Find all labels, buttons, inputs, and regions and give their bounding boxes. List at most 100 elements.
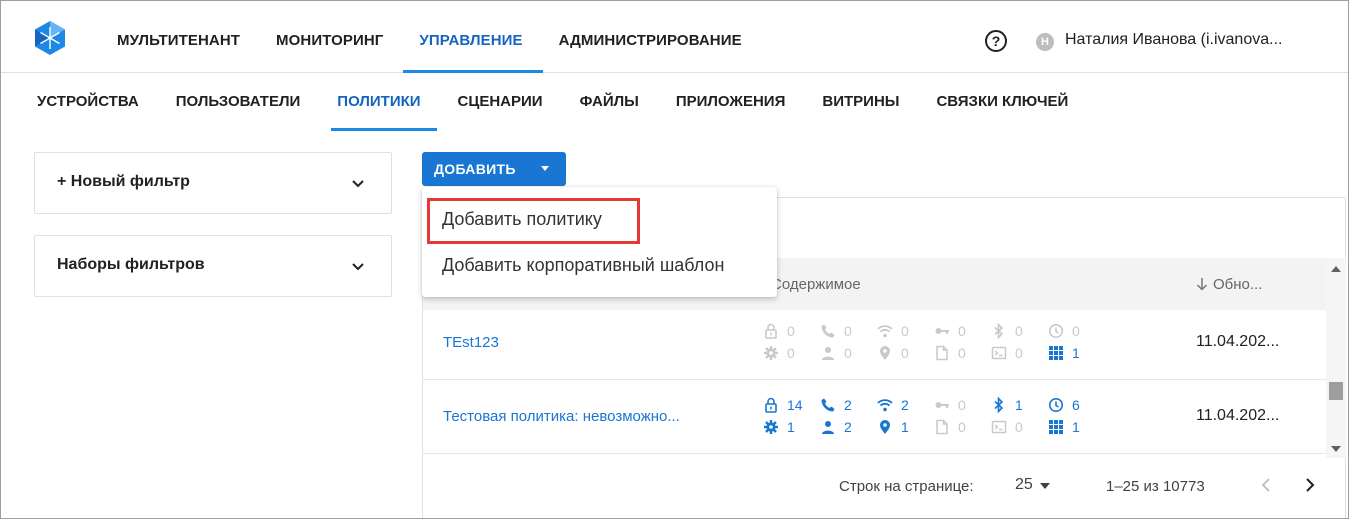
filter-sets-label: Наборы фильтров — [57, 256, 205, 273]
tab-showcases[interactable]: ВИТРИНЫ — [822, 73, 899, 131]
person-count-value: 0 — [844, 345, 852, 361]
bluetooth-count: 0 — [991, 320, 1048, 342]
phone-icon — [821, 324, 835, 338]
key-count-value: 0 — [958, 323, 966, 339]
filter-sets-card[interactable]: Наборы фильтров — [34, 235, 392, 297]
grid-count: 1 — [1048, 416, 1105, 438]
rows-per-page-label: Строк на странице: — [839, 478, 974, 495]
chevron-left-icon[interactable] — [1260, 476, 1272, 494]
bluetooth-count-value: 1 — [1015, 397, 1023, 413]
scroll-up-icon[interactable] — [1331, 266, 1341, 272]
wifi-count-value: 0 — [901, 323, 909, 339]
gear-icon — [764, 346, 778, 360]
location-count: 0 — [877, 342, 934, 364]
key-count: 0 — [934, 394, 991, 416]
file-count-value: 0 — [958, 419, 966, 435]
gear-icon — [764, 420, 778, 434]
phone-count: 0 — [820, 320, 877, 342]
terminal-count-value: 0 — [1015, 419, 1023, 435]
arrow-down-icon — [1196, 278, 1208, 291]
rows-per-page-select[interactable]: 25 — [1015, 476, 1033, 494]
column-header-content[interactable]: Содержимое — [771, 276, 861, 293]
table-row[interactable]: Тестовая политика: невозможно... 14 2 2 … — [423, 384, 1326, 454]
key-count-value: 0 — [958, 397, 966, 413]
pagination-range: 1–25 из 10773 — [1106, 478, 1205, 495]
tab-users[interactable]: ПОЛЬЗОВАТЕЛИ — [176, 73, 301, 131]
updated-date: 11.04.202... — [1196, 407, 1280, 424]
table-scrollbar[interactable] — [1326, 258, 1346, 458]
chevron-down-icon[interactable] — [351, 260, 365, 274]
tab-devices[interactable]: УСТРОЙСТВА — [37, 73, 139, 131]
phone-count: 2 — [820, 394, 877, 416]
wifi-count-value: 2 — [901, 397, 909, 413]
terminal-count: 0 — [991, 416, 1048, 438]
nav-administration[interactable]: АДМИНИСТРИРОВАНИЕ — [543, 1, 762, 73]
location-count-value: 0 — [901, 345, 909, 361]
new-filter-label: + Новый фильтр — [57, 173, 190, 190]
policy-name-link[interactable]: TEst123 — [443, 334, 499, 351]
avatar[interactable]: Н — [1036, 33, 1054, 51]
wifi-count: 2 — [877, 394, 934, 416]
app-window: МУЛЬТИТЕНАНТ МОНИТОРИНГ УПРАВЛЕНИЕ АДМИН… — [0, 0, 1349, 519]
app-logo-icon[interactable] — [35, 21, 65, 55]
help-icon[interactable]: ? — [985, 30, 1007, 52]
clock-icon — [1049, 324, 1063, 338]
column-header-updated-label: Обно... — [1213, 276, 1263, 293]
add-button[interactable]: ДОБАВИТЬ — [422, 152, 566, 186]
phone-count-value: 0 — [844, 323, 852, 339]
tab-policies[interactable]: ПОЛИТИКИ — [331, 73, 437, 131]
bluetooth-count-value: 0 — [1015, 323, 1023, 339]
scroll-down-icon[interactable] — [1331, 446, 1341, 452]
caret-down-icon — [541, 166, 549, 171]
table-row[interactable]: TEst123 0 0 0 0 0 0 0 0 0 0 0 1 11.04.20… — [423, 310, 1326, 380]
settings-count-value: 0 — [787, 345, 795, 361]
updated-date: 11.04.202... — [1196, 333, 1280, 350]
tab-applications[interactable]: ПРИЛОЖЕНИЯ — [676, 73, 786, 131]
file-count: 0 — [934, 342, 991, 364]
bluetooth-icon — [994, 397, 1004, 413]
scroll-thumb[interactable] — [1329, 382, 1343, 400]
lock-count: 14 — [763, 394, 820, 416]
location-icon — [880, 346, 890, 360]
menu-item-add-corporate-template[interactable]: Добавить корпоративный шаблон — [442, 255, 724, 276]
wifi-icon — [877, 399, 893, 412]
policy-content-icons: 14 2 2 0 1 6 1 2 1 0 0 1 — [763, 394, 1143, 438]
bluetooth-icon — [994, 323, 1004, 339]
lock-count: 0 — [763, 320, 820, 342]
tab-keychains[interactable]: СВЯЗКИ КЛЮЧЕЙ — [936, 73, 1068, 131]
chevron-down-icon[interactable] — [351, 177, 365, 191]
file-count: 0 — [934, 416, 991, 438]
lock-count-value: 14 — [787, 397, 803, 413]
clock-count-value: 0 — [1072, 323, 1080, 339]
grid-count: 1 — [1048, 342, 1105, 364]
tab-files[interactable]: ФАЙЛЫ — [580, 73, 639, 131]
terminal-icon — [991, 346, 1007, 360]
key-icon — [935, 328, 949, 334]
wifi-icon — [877, 325, 893, 338]
column-header-updated[interactable]: Обно... — [1196, 276, 1262, 293]
nav-multitenant[interactable]: МУЛЬТИТЕНАНТ — [101, 1, 260, 73]
new-filter-card[interactable]: + Новый фильтр — [34, 152, 392, 214]
caret-down-icon[interactable] — [1040, 483, 1050, 489]
policy-content-icons: 0 0 0 0 0 0 0 0 0 0 0 1 — [763, 320, 1143, 364]
terminal-count-value: 0 — [1015, 345, 1023, 361]
clock-count-value: 6 — [1072, 397, 1080, 413]
settings-count-value: 1 — [787, 419, 795, 435]
clock-count: 6 — [1048, 394, 1105, 416]
person-count: 2 — [820, 416, 877, 438]
sub-nav: УСТРОЙСТВА ПОЛЬЗОВАТЕЛИ ПОЛИТИКИ СЦЕНАРИ… — [37, 73, 1105, 131]
lock-icon — [765, 323, 777, 339]
settings-count: 0 — [763, 342, 820, 364]
tab-scenarios[interactable]: СЦЕНАРИИ — [458, 73, 543, 131]
nav-management[interactable]: УПРАВЛЕНИЕ — [403, 1, 543, 73]
top-bar: МУЛЬТИТЕНАНТ МОНИТОРИНГ УПРАВЛЕНИЕ АДМИН… — [1, 1, 1348, 73]
phone-icon — [821, 398, 835, 412]
main-nav: МУЛЬТИТЕНАНТ МОНИТОРИНГ УПРАВЛЕНИЕ АДМИН… — [101, 1, 762, 73]
highlight-frame — [427, 198, 640, 244]
nav-monitoring[interactable]: МОНИТОРИНГ — [260, 1, 403, 73]
policy-name-link[interactable]: Тестовая политика: невозможно... — [443, 408, 680, 425]
lock-icon — [765, 397, 777, 413]
phone-count-value: 2 — [844, 397, 852, 413]
user-name[interactable]: Наталия Иванова (i.ivanova... — [1065, 31, 1282, 49]
chevron-right-icon[interactable] — [1304, 476, 1316, 494]
